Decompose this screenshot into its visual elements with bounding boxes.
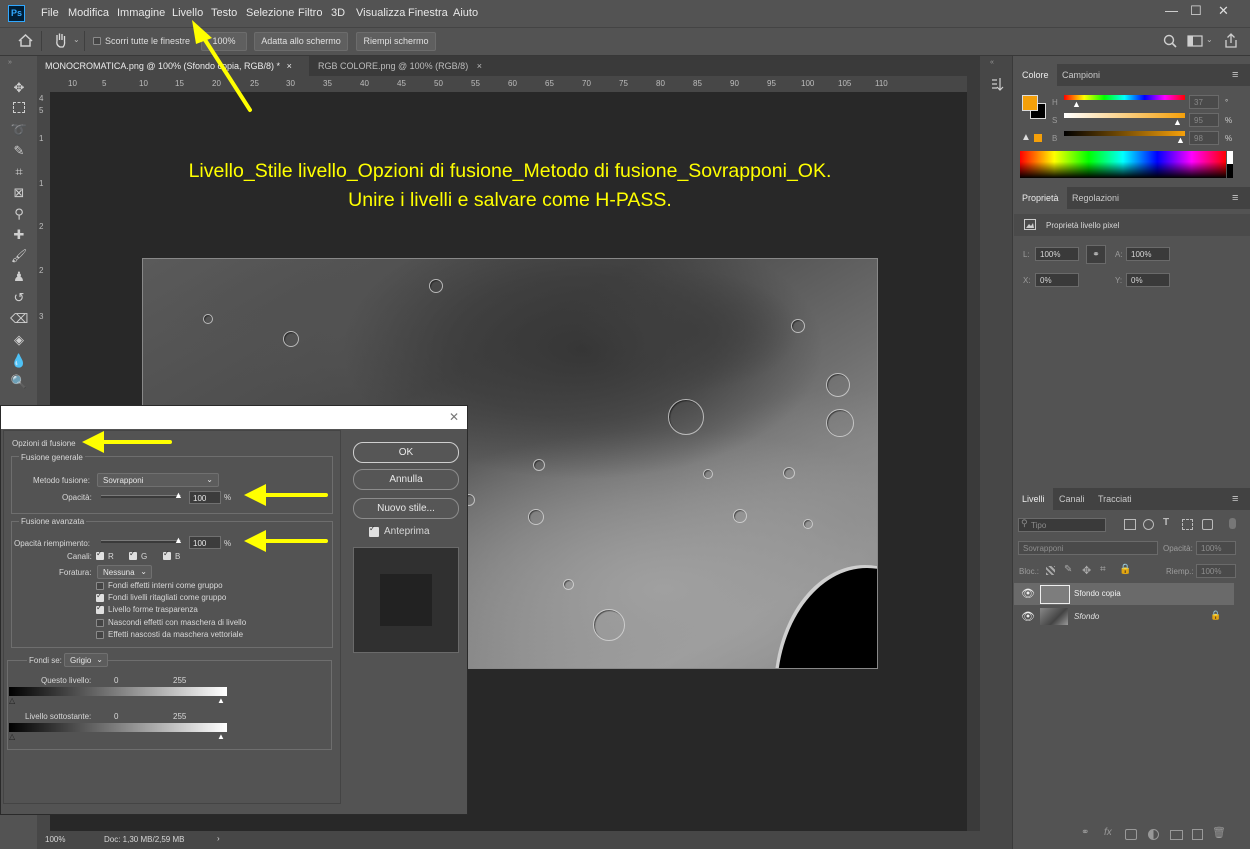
- arrowhead: [192, 20, 212, 44]
- arrowhead: [244, 530, 266, 552]
- arrow-to-livello: [198, 30, 252, 112]
- annotation-arrows: [82, 20, 328, 552]
- arrowhead: [82, 431, 104, 453]
- arrowhead: [244, 484, 266, 506]
